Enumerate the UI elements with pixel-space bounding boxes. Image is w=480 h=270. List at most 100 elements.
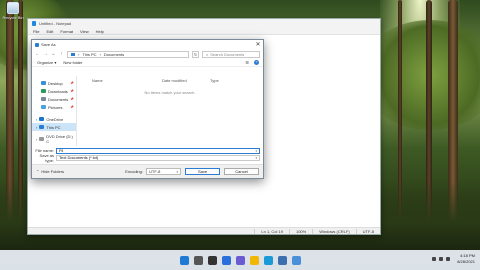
nav-item-label: This PC (46, 124, 61, 130)
address-row: ← → ⌄ ↑ › This PC › Documents ↻ ⌕ Search… (32, 49, 263, 59)
nav-item-label: OneDrive (46, 116, 64, 122)
pin-icon: 📌 (70, 81, 74, 85)
close-icon[interactable]: ✕ (253, 41, 263, 48)
save-type-label: Save as type: (39, 152, 54, 163)
clock[interactable]: 4:18 PM 8/28/2021 (457, 253, 475, 265)
empty-message: No items match your search. (144, 90, 196, 95)
save-button[interactable]: Save (185, 168, 220, 175)
expand-chevron-icon: › (36, 116, 38, 122)
column-headers: Name Date modified Type (77, 76, 263, 84)
chevron-up-icon[interactable] (432, 257, 436, 261)
menu-help[interactable]: Help (96, 29, 104, 34)
encoding-select[interactable]: UTF-8 ▾ (146, 168, 181, 175)
organize-button[interactable]: Organize ▾ (37, 60, 56, 65)
clock-date: 8/28/2021 (457, 259, 475, 264)
back-arrow-icon[interactable]: ← (35, 51, 40, 57)
encoding-label: Encoding: (125, 169, 143, 174)
breadcrumb-documents[interactable]: Documents (104, 52, 124, 57)
task-view-icon[interactable] (207, 255, 217, 265)
up-arrow-icon[interactable]: ↑ (59, 51, 64, 57)
chevron-down-icon: ▾ (255, 155, 257, 160)
nav-item-documents[interactable]: Documents 📌 (32, 95, 76, 103)
notepad-menu-bar: File Edit Format View Help (28, 28, 380, 35)
nav-item-label: Downloads (48, 88, 68, 94)
status-line-ending: Windows (CRLF) (312, 228, 355, 234)
notepad-icon (32, 21, 36, 26)
edge-icon[interactable] (263, 255, 273, 265)
menu-edit[interactable]: Edit (46, 29, 53, 34)
nav-item-this-pc[interactable]: › This PC (32, 123, 76, 131)
taskbar: 4:18 PM 8/28/2021 (0, 250, 480, 270)
store-icon[interactable] (277, 255, 287, 265)
nav-item-desktop[interactable]: Desktop 📌 (32, 79, 76, 87)
downloads-icon (41, 89, 46, 93)
widgets-icon[interactable] (221, 255, 231, 265)
breadcrumb-sep-icon: › (99, 51, 101, 57)
recycle-bin-shortcut[interactable]: Recycle Bin (2, 2, 24, 20)
menu-file[interactable]: File (33, 29, 39, 34)
dialog-toolbar: Organize ▾ New folder ☰ ? (32, 59, 263, 67)
refresh-icon[interactable]: ↻ (192, 50, 199, 58)
breadcrumb-this-pc[interactable]: This PC (82, 52, 96, 57)
recycle-bin-icon (7, 2, 19, 14)
nav-item-pictures[interactable]: Pictures 📌 (32, 103, 76, 111)
cancel-button[interactable]: Cancel (224, 168, 259, 175)
dialog-body: Desktop 📌 Downloads 📌 Documents 📌 Pictur… (32, 76, 263, 146)
notepad-taskbar-icon[interactable] (291, 255, 301, 265)
chevron-down-icon[interactable]: ▾ (255, 149, 259, 153)
chevron-down-icon: ▾ (176, 169, 178, 174)
file-explorer-icon[interactable] (249, 255, 259, 265)
search-input[interactable]: ⌕ Search Documents (202, 50, 260, 58)
column-date-modified[interactable]: Date modified (162, 78, 210, 83)
file-list-pane: Name Date modified Type No items match y… (77, 76, 263, 146)
file-name-value: Fil (59, 148, 64, 153)
column-type[interactable]: Type (210, 78, 240, 83)
nav-item-label: DVD Drive (D:) C (46, 134, 73, 144)
file-name-input[interactable]: Fil ▾ (56, 147, 260, 154)
forward-arrow-icon[interactable]: → (43, 51, 48, 57)
notepad-title: Untitled - Notepad (39, 21, 72, 26)
nav-item-downloads[interactable]: Downloads 📌 (32, 87, 76, 95)
chevron-up-icon: ⌃ (36, 169, 40, 174)
volume-icon[interactable] (446, 257, 450, 261)
dvd-drive-icon (39, 137, 45, 141)
onedrive-cloud-icon (39, 117, 45, 121)
file-name-row: File name: Fil ▾ (32, 147, 263, 154)
encoding-value: UTF-8 (149, 169, 161, 174)
status-zoom: 100% (288, 228, 312, 234)
save-as-icon (35, 42, 39, 47)
menu-format[interactable]: Format (60, 29, 73, 34)
menu-view[interactable]: View (80, 29, 89, 34)
search-placeholder: Search Documents (210, 51, 245, 57)
pin-icon: 📌 (70, 89, 74, 93)
wifi-icon[interactable] (439, 257, 443, 261)
nav-item-onedrive[interactable]: › OneDrive (32, 115, 76, 123)
save-type-row: Save as type: Text Documents (*.txt) ▾ (32, 152, 263, 163)
pin-icon: 📌 (70, 105, 74, 109)
recycle-bin-label: Recycle Bin (2, 15, 24, 20)
documents-icon (41, 97, 46, 101)
pin-icon: 📌 (70, 97, 74, 101)
help-icon[interactable]: ? (254, 60, 259, 65)
search-icon[interactable] (193, 255, 203, 265)
chat-icon[interactable] (235, 255, 245, 265)
encoding-group: Encoding: UTF-8 ▾ (125, 168, 181, 175)
save-type-select[interactable]: Text Documents (*.txt) ▾ (56, 154, 260, 161)
recent-chevron-icon[interactable]: ⌄ (51, 51, 56, 57)
taskbar-icons (179, 255, 301, 265)
search-icon: ⌕ (206, 51, 209, 57)
view-options-icon[interactable]: ☰ (245, 60, 249, 65)
new-folder-button[interactable]: New folder (63, 60, 82, 65)
expand-chevron-icon: › (36, 124, 38, 130)
nav-item-dvd-drive[interactable]: › DVD Drive (D:) C (32, 134, 76, 144)
save-fields: File name: Fil ▾ Save as type: Text Docu… (32, 147, 263, 163)
this-pc-icon (39, 125, 45, 129)
nav-item-label: Desktop (48, 80, 63, 86)
hide-folders-button[interactable]: ⌃ Hide Folders (36, 169, 64, 174)
address-bar[interactable]: › This PC › Documents (67, 50, 189, 58)
start-icon[interactable] (179, 255, 189, 265)
dialog-title-bar: Save As ✕ (32, 40, 263, 49)
hide-folders-label: Hide Folders (41, 169, 65, 174)
column-name[interactable]: Name (77, 78, 162, 83)
status-encoding: UTF-8 (355, 228, 380, 234)
